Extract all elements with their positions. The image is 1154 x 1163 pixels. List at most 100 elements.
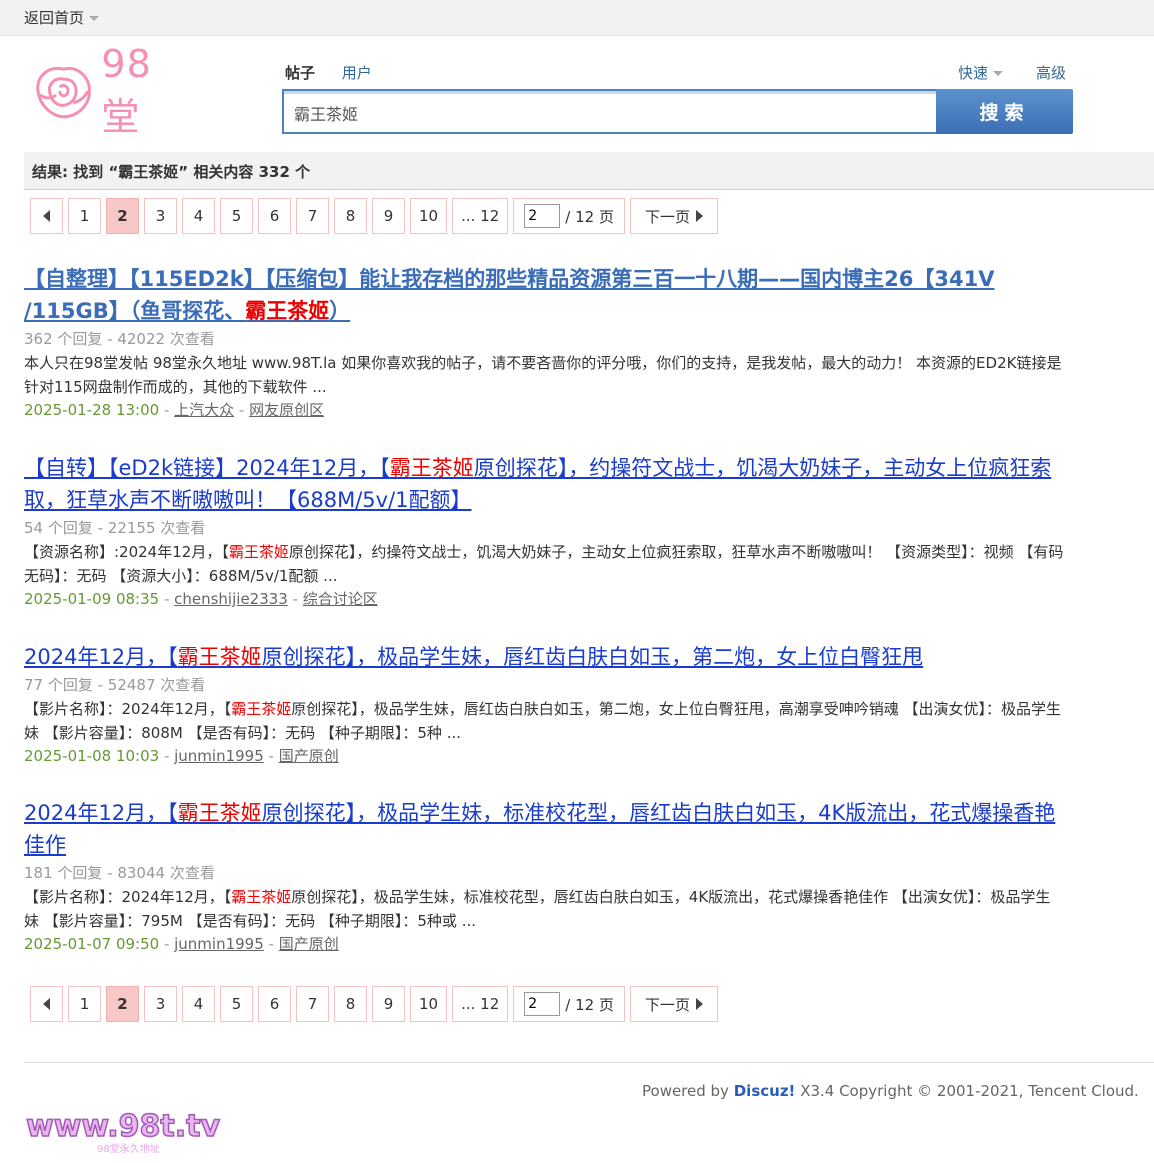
result-title[interactable]: 2024年12月，【霸王茶姬原创探花】，极品学生妹，标准校花型，唇红齿白肤白如玉… — [24, 797, 1064, 861]
result-desc-text: 【资源名称】:2024年12月，【 — [24, 543, 229, 561]
page-link[interactable]: 4 — [182, 986, 215, 1022]
page-jump-input[interactable] — [524, 992, 561, 1016]
result-forum-link[interactable]: 国产原创 — [279, 935, 339, 953]
page-link[interactable]: 1 — [68, 198, 101, 234]
result-author-link[interactable]: junmin1995 — [174, 935, 264, 953]
quick-search-dropdown[interactable]: 快速 — [958, 62, 1004, 83]
page-total-label: / 12 页 — [565, 995, 614, 1014]
footer-logo-subtext: 98堂永久地址 — [97, 1142, 160, 1155]
next-page-label: 下一页 — [644, 207, 690, 226]
pagination-bottom: 1 2 3 4 5 6 7 8 9 10 ... 12 / 12 页 下一页 — [30, 986, 718, 1022]
result-title-highlight: 霸王茶姬 — [245, 299, 330, 323]
next-page-button[interactable]: 下一页 — [629, 986, 718, 1022]
result-footer: 2025-01-07 09:50 - junmin1995 - 国产原创 — [24, 935, 339, 953]
result-title-text: 原创探花】，极品学生妹，唇红齿白肤白如玉，第二炮，女上位白臀狂甩 — [261, 645, 924, 669]
top-bar: 返回首页 — [0, 0, 1154, 36]
page-link[interactable]: 5 — [220, 986, 253, 1022]
page-link[interactable]: 8 — [334, 986, 367, 1022]
result-title[interactable]: 【自转】【eD2k链接】2024年12月，【霸王茶姬原创探花】，约操符文战士，饥… — [24, 452, 1064, 516]
chevron-down-icon — [993, 71, 1004, 76]
page-link-last[interactable]: ... 12 — [452, 986, 509, 1022]
footer-logo-text: www.98t.tv — [26, 1109, 220, 1144]
result-title[interactable]: 2024年12月，【霸王茶姬原创探花】，极品学生妹，唇红齿白肤白如玉，第二炮，女… — [24, 641, 1064, 673]
page-jump: / 12 页 — [513, 986, 625, 1022]
result-date: 2025-01-08 10:03 — [24, 747, 160, 765]
page-link[interactable]: 1 — [68, 986, 101, 1022]
result-description: 【资源名称】:2024年12月，【霸王茶姬原创探花】，约操符文战士，饥渴大奶妹子… — [24, 540, 1064, 588]
result-item: 【自整理】【115ED2k】【压缩包】能让我存档的那些精品资源第三百一十八期——… — [24, 263, 1064, 421]
page-link[interactable]: 6 — [258, 198, 291, 234]
result-author-link[interactable]: 上汽大众 — [174, 401, 234, 419]
search-input[interactable] — [284, 91, 936, 132]
result-author-link[interactable]: junmin1995 — [174, 747, 264, 765]
result-desc-highlight: 霸王茶姬 — [228, 543, 289, 561]
page-link[interactable]: 7 — [296, 198, 329, 234]
prev-page-button[interactable] — [30, 986, 63, 1022]
result-item: 2024年12月，【霸王茶姬原创探花】，极品学生妹，唇红齿白肤白如玉，第二炮，女… — [24, 641, 1064, 767]
page-jump-input[interactable] — [524, 204, 561, 228]
result-title-highlight: 霸王茶姬 — [177, 801, 262, 825]
result-footer: 2025-01-09 08:35 - chenshijie2333 - 综合讨论… — [24, 590, 378, 608]
result-author-link[interactable]: chenshijie2333 — [174, 590, 288, 608]
page-link[interactable]: 6 — [258, 986, 291, 1022]
result-meta: 181 个回复 - 83044 次查看 — [24, 864, 215, 882]
footer-logo: www.98t.tv 98堂永久地址 — [22, 1100, 242, 1163]
advanced-search-link[interactable]: 高级 — [1036, 62, 1066, 83]
site-logo[interactable]: 98堂 — [30, 42, 190, 139]
page-link[interactable]: 7 — [296, 986, 329, 1022]
logo-text: 98堂 — [101, 41, 152, 139]
result-item: 【自转】【eD2k链接】2024年12月，【霸王茶姬原创探花】，约操符文战士，饥… — [24, 452, 1064, 610]
result-desc-text: 本人只在98堂发帖 98堂永久地址 www.98T.la 如果你喜欢我的帖子，请… — [24, 354, 1062, 396]
page-link[interactable]: 9 — [372, 986, 405, 1022]
result-meta: 54 个回复 - 22155 次查看 — [24, 519, 206, 537]
result-title-text: 【自整理】【115ED2k】【压缩包】能让我存档的那些精品资源第三百一十八期——… — [24, 267, 995, 323]
pagination-top: 1 2 3 4 5 6 7 8 9 10 ... 12 / 12 页 下一页 — [30, 198, 718, 234]
result-desc-highlight: 霸王茶姬 — [231, 888, 292, 906]
page-link[interactable]: 10 — [410, 198, 448, 234]
search-box — [282, 89, 936, 134]
result-desc-highlight: 霸王茶姬 — [231, 700, 292, 718]
home-link-label: 返回首页 — [24, 9, 85, 27]
result-summary: 结果: 找到 “霸王茶姬” 相关内容 332 个 — [24, 152, 1154, 190]
powered-copyright: X3.4 Copyright © 2001-2021, Tencent Clou… — [800, 1082, 1139, 1100]
tab-users[interactable]: 用户 — [342, 64, 372, 82]
chevron-left-icon — [43, 210, 50, 222]
powered-prefix: Powered by — [642, 1082, 729, 1100]
footer-divider — [24, 1062, 1154, 1063]
discuz-link[interactable]: Discuz! — [734, 1082, 796, 1100]
result-forum-link[interactable]: 综合讨论区 — [303, 590, 378, 608]
result-title[interactable]: 【自整理】【115ED2k】【压缩包】能让我存档的那些精品资源第三百一十八期——… — [24, 263, 1064, 327]
footer-logo-graphic: www.98t.tv 98堂永久地址 — [25, 1108, 221, 1155]
chevron-left-icon — [43, 998, 50, 1010]
result-desc-text: 【影片名称】：2024年12月，【 — [24, 700, 232, 718]
page-link[interactable]: 5 — [220, 198, 253, 234]
result-meta: 362 个回复 - 42022 次查看 — [24, 330, 215, 348]
page-link[interactable]: 4 — [182, 198, 215, 234]
page-jump: / 12 页 — [513, 198, 625, 234]
result-date: 2025-01-09 08:35 — [24, 590, 160, 608]
page-link[interactable]: 3 — [144, 986, 177, 1022]
home-link[interactable]: 返回首页 — [24, 7, 100, 28]
powered-by: Powered by Discuz! X3.4 Copyright © 2001… — [642, 1082, 1139, 1100]
result-description: 本人只在98堂发帖 98堂永久地址 www.98T.la 如果你喜欢我的帖子，请… — [24, 351, 1064, 399]
page-current: 2 — [106, 198, 139, 234]
result-footer: 2025-01-08 10:03 - junmin1995 - 国产原创 — [24, 747, 339, 765]
search-button[interactable]: 搜索 — [936, 89, 1073, 134]
result-item: 2024年12月，【霸王茶姬原创探花】，极品学生妹，标准校花型，唇红齿白肤白如玉… — [24, 797, 1064, 955]
chevron-right-icon — [695, 210, 703, 222]
result-forum-link[interactable]: 国产原创 — [279, 747, 339, 765]
result-forum-link[interactable]: 网友原创区 — [249, 401, 324, 419]
result-date: 2025-01-07 09:50 — [24, 935, 160, 953]
page-link-last[interactable]: ... 12 — [452, 198, 509, 234]
result-desc-text: 【影片名称】：2024年12月，【 — [24, 888, 232, 906]
page-link[interactable]: 8 — [334, 198, 367, 234]
page-link[interactable]: 3 — [144, 198, 177, 234]
page-link[interactable]: 9 — [372, 198, 405, 234]
next-page-button[interactable]: 下一页 — [629, 198, 718, 234]
page-link[interactable]: 10 — [410, 986, 448, 1022]
prev-page-button[interactable] — [30, 198, 63, 234]
result-title-text: 【自转】【eD2k链接】2024年12月，【 — [24, 456, 390, 480]
result-title-text: 2024年12月，【 — [24, 801, 178, 825]
result-date: 2025-01-28 13:00 — [24, 401, 160, 419]
tab-posts[interactable]: 帖子 — [285, 64, 315, 82]
